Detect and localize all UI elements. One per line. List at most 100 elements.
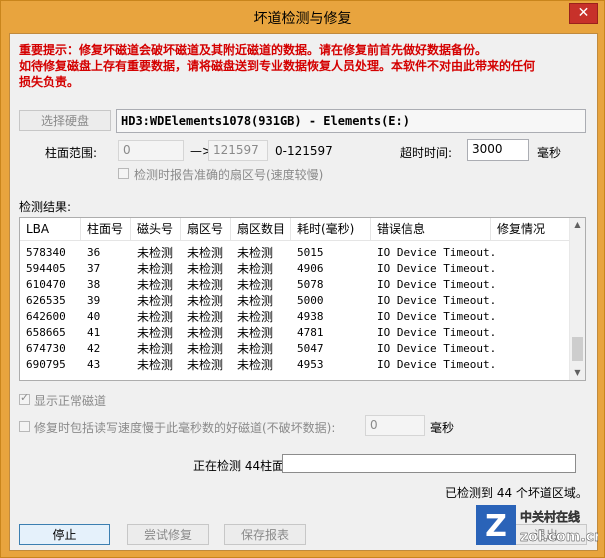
table-cell: 未检测 [187,262,224,276]
column-header[interactable]: 扇区号 [181,218,231,240]
table-cell: 4938 [297,310,324,323]
table-cell: 5047 [297,342,324,355]
table-cell [491,309,572,325]
scroll-up-icon[interactable]: ▲ [570,218,585,232]
window-title: 坏道检测与修复 [253,11,352,27]
table-row[interactable]: 610470 38 未检测 未检测 未检测 5078 IO Device Timeout. [20,277,572,293]
repair-slow-unit: 毫秒 [430,421,455,435]
table-cell: IO Device Timeout. [377,310,497,323]
column-header[interactable]: 错误信息 [371,218,491,240]
table-cell: 未检测 [187,294,224,308]
table-cell: 5078 [297,278,324,291]
range-from-input[interactable]: 0 [118,140,184,161]
table-cell: 578340 [26,246,66,259]
timeout-label: 超时时间: [400,146,453,160]
selected-disk-field: HD3:WDElements1078(931GB) - Elements(E:) [116,109,586,133]
table-cell: 未检测 [137,342,174,356]
column-header[interactable]: LBA [20,218,81,240]
table-row[interactable]: 626535 39 未检测 未检测 未检测 5000 IO Device Timeout. [20,293,572,309]
table-row[interactable]: 674730 42 未检测 未检测 未检测 5047 IO Device Timeout. [20,341,572,357]
table-cell: IO Device Timeout. [377,342,497,355]
close-button[interactable]: ✕ [569,3,598,24]
summary-status: 已检测到 44 个坏道区域。 [445,486,588,500]
range-to-input[interactable]: 121597 [208,140,268,161]
table-cell [491,325,572,341]
column-header[interactable]: 耗时(毫秒) [291,218,371,240]
warning-line-2: 如待修复磁盘上存有重要数据，请将磁盘送到专业数据恢复人员处理。本软件不对由此带来… [19,59,536,73]
table-cell: 626535 [26,294,66,307]
table-cell [491,277,572,293]
table-cell: 594405 [26,262,66,275]
dialog-body: 重要提示：修复坏磁道会破坏磁道及其附近磁道的数据。请在修复前首先做好数据备份。 … [9,33,598,551]
table-row[interactable]: 594405 37 未检测 未检测 未检测 4906 IO Device Timeout. [20,261,572,277]
table-cell: 38 [87,278,101,291]
table-cell: 未检测 [137,294,174,308]
vertical-scrollbar[interactable]: ▲ ▼ [569,218,585,380]
table-cell: 610470 [26,278,66,291]
table-cell: 未检测 [237,278,274,292]
table-cell: IO Device Timeout. [377,262,497,275]
table-row[interactable]: 578340 36 未检测 未检测 未检测 5015 IO Device Timeout. [20,245,572,261]
scroll-thumb[interactable] [572,337,583,361]
table-cell: 36 [87,246,101,259]
report-sector-label: 检测时报告准确的扇区号(速度较慢) [134,168,324,182]
table-cell [491,341,572,357]
table-cell: 未检测 [187,326,224,340]
stop-button[interactable]: 停止 [19,524,110,545]
table-cell: 未检测 [237,326,274,340]
table-cell: 未检测 [187,310,224,324]
repair-slow-label: 修复时包括读写速度慢于此毫秒数的好磁道(不破坏数据): [34,421,336,435]
table-cell: 未检测 [237,294,274,308]
range-max-text: 0-121597 [275,144,333,158]
table-cell: 未检测 [237,262,274,276]
table-cell: 5015 [297,246,324,259]
repair-slow-input[interactable]: 0 [365,415,425,436]
watermark-mark: Z [485,509,507,544]
table-row[interactable]: 690795 43 未检测 未检测 未检测 4953 IO Device Timeout. [20,357,572,373]
save-report-button[interactable]: 保存报表 [224,524,306,545]
table-cell: IO Device Timeout. [377,246,497,259]
show-normal-checkbox[interactable] [19,391,30,405]
cylinder-range-label: 柱面范围: [45,146,98,160]
table-cell [491,261,572,277]
dialog-window: 坏道检测与修复 ✕ 重要提示：修复坏磁道会破坏磁道及其附近磁道的数据。请在修复前… [0,0,605,558]
table-row[interactable]: 642600 40 未检测 未检测 未检测 4938 IO Device Timeout. [20,309,572,325]
table-cell: 37 [87,262,101,275]
timeout-unit: 毫秒 [537,146,562,160]
table-cell: IO Device Timeout. [377,294,497,307]
table-cell: 未检测 [237,358,274,372]
repair-slow-checkbox[interactable] [19,421,30,432]
try-repair-button[interactable]: 尝试修复 [127,524,209,545]
results-table[interactable]: LBA 柱面号 磁头号 扇区号 扇区数目 耗时(毫秒) 错误信息 修复情况 578340 36 未… [19,217,586,381]
table-row[interactable]: 658665 41 未检测 未检测 未检测 4781 IO Device Timeout. [20,325,572,341]
table-cell: 未检测 [137,326,174,340]
column-header[interactable]: 柱面号 [81,218,131,240]
column-header[interactable]: 修复情况 [491,218,572,240]
show-normal-label: 显示正常磁道 [34,394,107,408]
table-cell [491,245,572,261]
column-header[interactable]: 扇区数目 [231,218,291,240]
warning-line-3: 损失负责。 [19,75,80,89]
column-header[interactable]: 磁头号 [131,218,181,240]
table-cell [491,293,572,309]
table-cell: 43 [87,358,101,371]
table-cell: 642600 [26,310,66,323]
table-cell [491,357,572,373]
table-cell: 674730 [26,342,66,355]
watermark-logo: Z 中关村在线 zol.com.cn [476,503,604,551]
timeout-input[interactable]: 3000 [467,139,529,161]
warning-line-1: 重要提示：修复坏磁道会破坏磁道及其附近磁道的数据。请在修复前首先做好数据备份。 [19,43,488,57]
table-cell: 41 [87,326,101,339]
table-cell: IO Device Timeout. [377,326,497,339]
table-cell: 未检测 [237,246,274,260]
table-cell: 未检测 [187,358,224,372]
scroll-down-icon[interactable]: ▼ [570,366,585,380]
select-disk-button[interactable]: 选择硬盘 [19,110,111,131]
table-cell: 42 [87,342,101,355]
table-cell: 4906 [297,262,324,275]
table-header: LBA 柱面号 磁头号 扇区号 扇区数目 耗时(毫秒) 错误信息 修复情况 [20,218,572,241]
warning-text: 重要提示：修复坏磁道会破坏磁道及其附近磁道的数据。请在修复前首先做好数据备份。 … [19,42,589,90]
title-bar[interactable]: 坏道检测与修复 ✕ [1,1,604,33]
progress-bar [282,454,576,473]
report-sector-checkbox[interactable] [118,168,129,179]
